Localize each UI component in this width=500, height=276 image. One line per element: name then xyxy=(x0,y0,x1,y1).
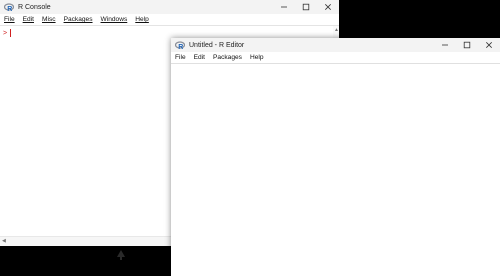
minimize-button[interactable] xyxy=(434,38,456,52)
r-editor-window[interactable]: R Untitled - R Editor File Edit Packages… xyxy=(171,38,500,276)
svg-text:R: R xyxy=(178,43,183,49)
desktop-shortcut-icon[interactable] xyxy=(114,248,128,262)
scroll-up-icon[interactable]: ▲ xyxy=(334,27,339,33)
close-icon xyxy=(486,42,492,48)
r-logo-icon: R xyxy=(4,2,14,12)
menu-file[interactable]: File xyxy=(4,16,15,23)
editor-text-area[interactable] xyxy=(171,64,500,276)
maximize-icon xyxy=(463,41,471,49)
text-cursor xyxy=(10,29,12,37)
maximize-button[interactable] xyxy=(456,38,478,52)
menu-windows[interactable]: Windows xyxy=(101,16,128,23)
maximize-button[interactable] xyxy=(295,0,317,14)
prompt-symbol: > xyxy=(3,29,8,37)
menu-edit[interactable]: Edit xyxy=(194,54,205,61)
editor-menubar: File Edit Packages Help xyxy=(171,52,500,64)
close-icon xyxy=(325,4,331,10)
minimize-icon xyxy=(281,6,287,8)
menu-misc[interactable]: Misc xyxy=(42,16,56,23)
window-title: R Console xyxy=(18,3,51,11)
console-prompt: > xyxy=(3,29,12,37)
r-logo-icon: R xyxy=(175,40,185,50)
editor-titlebar[interactable]: R Untitled - R Editor xyxy=(171,38,500,52)
minimize-button[interactable] xyxy=(273,0,295,14)
console-titlebar[interactable]: R R Console xyxy=(0,0,339,14)
minimize-icon xyxy=(442,44,448,46)
menu-packages[interactable]: Packages xyxy=(213,54,242,61)
close-button[interactable] xyxy=(478,38,500,52)
menu-packages[interactable]: Packages xyxy=(64,16,93,23)
maximize-icon xyxy=(302,3,310,11)
menu-help[interactable]: Help xyxy=(135,16,149,23)
window-title: Untitled - R Editor xyxy=(189,41,245,49)
close-button[interactable] xyxy=(317,0,339,14)
menu-edit[interactable]: Edit xyxy=(23,16,34,23)
scroll-left-icon[interactable]: ◀ xyxy=(2,238,6,244)
menu-help[interactable]: Help xyxy=(250,54,264,61)
console-menubar: File Edit Misc Packages Windows Help xyxy=(0,14,339,26)
svg-text:R: R xyxy=(7,5,12,11)
menu-file[interactable]: File xyxy=(175,54,186,61)
